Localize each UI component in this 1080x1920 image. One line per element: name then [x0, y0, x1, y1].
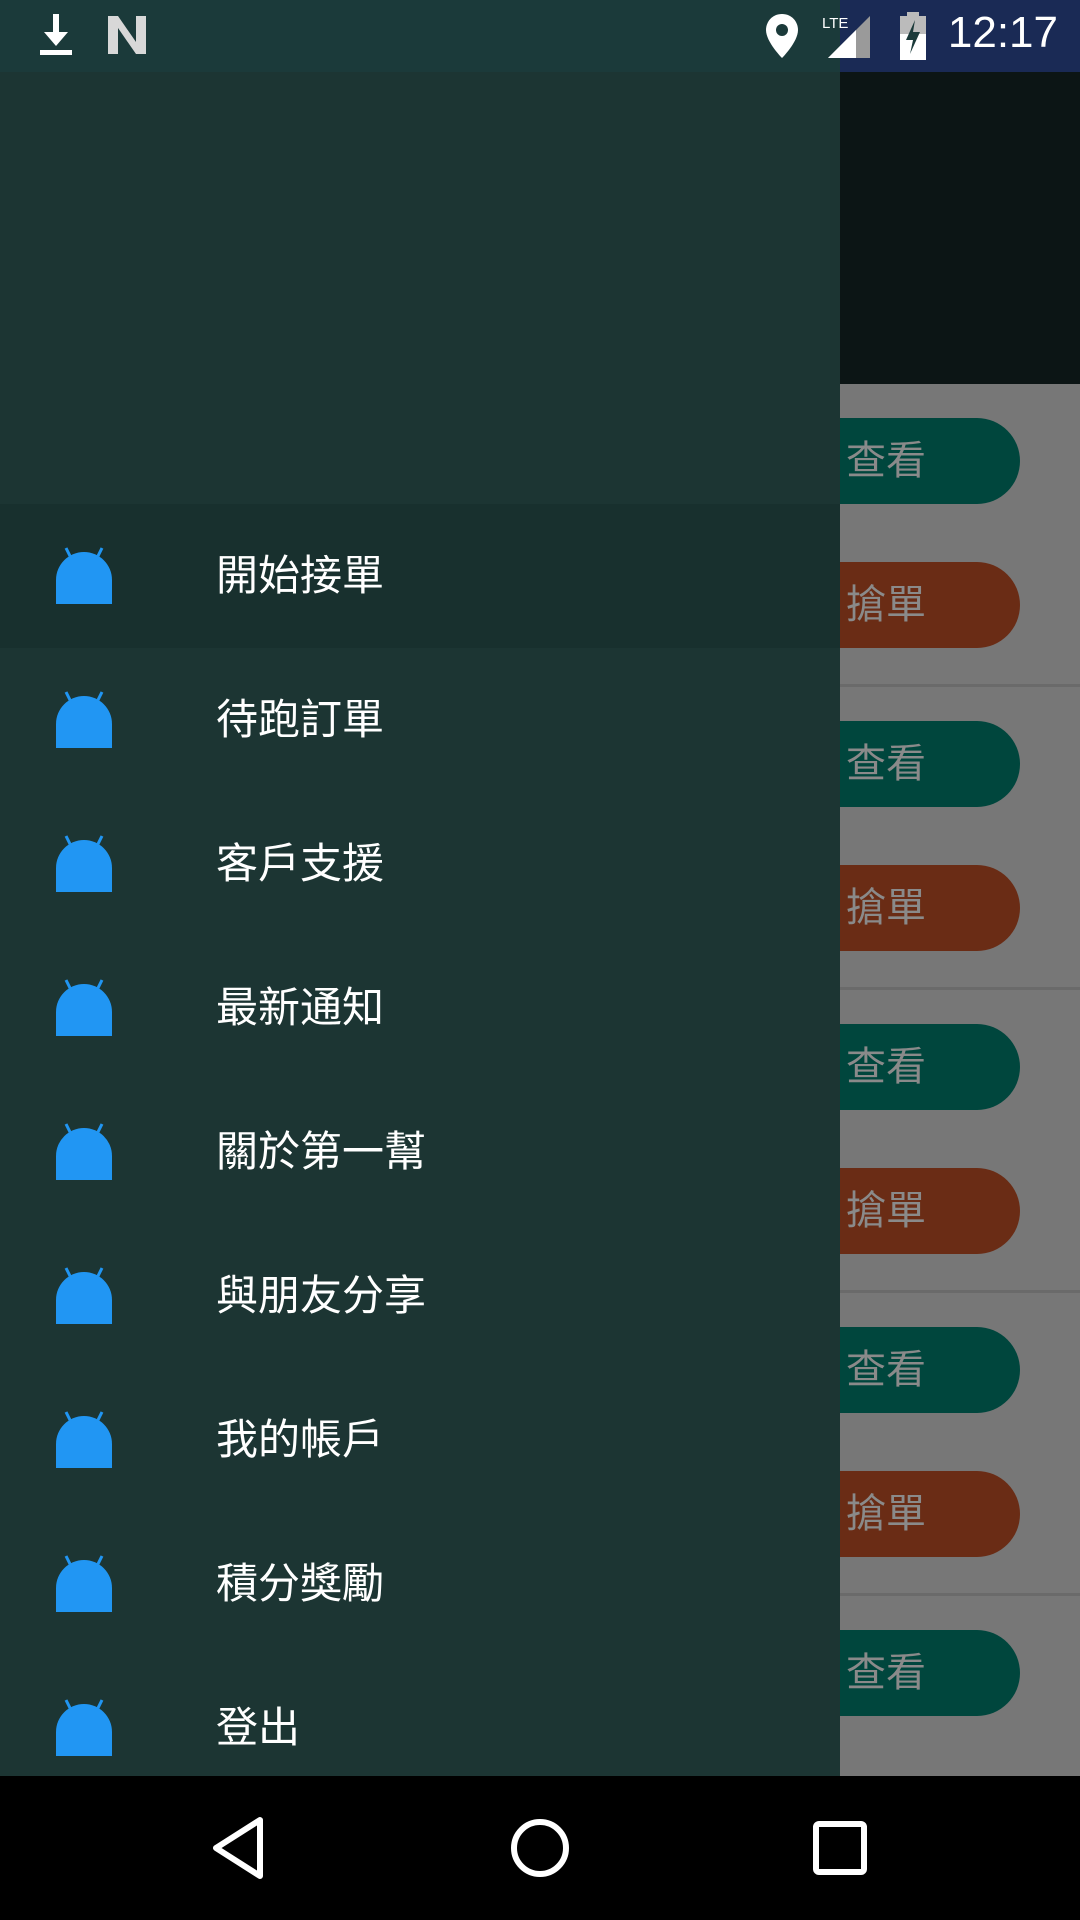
menu-item-label: 開始接單 — [216, 551, 385, 600]
menu-item-label: 待跑訂單 — [216, 695, 385, 744]
menu-item-start-orders[interactable]: 開始接單 — [0, 504, 840, 648]
menu-item-pending-orders[interactable]: 待跑訂單 — [0, 648, 840, 792]
back-icon[interactable] — [204, 1812, 276, 1884]
download-icon — [40, 14, 72, 55]
battery-charging-icon — [900, 12, 926, 60]
menu-item-customer-support[interactable]: 客戶支援 — [0, 792, 840, 936]
menu-item-about[interactable]: 關於第一幫 — [0, 1080, 840, 1224]
android-icon — [56, 1123, 112, 1180]
android-icon — [56, 979, 112, 1036]
android-icon — [56, 1411, 112, 1468]
menu-item-share[interactable]: 與朋友分享 — [0, 1224, 840, 1368]
menu-item-label: 最新通知 — [216, 983, 385, 1032]
menu-item-label: 積分獎勵 — [216, 1559, 385, 1608]
menu-item-label: 與朋友分享 — [216, 1271, 427, 1320]
android-icon — [56, 547, 112, 604]
svg-text:LTE: LTE — [822, 15, 848, 32]
android-icon — [56, 691, 112, 748]
android-icon — [56, 835, 112, 892]
navigation-bar — [0, 1776, 1080, 1920]
menu-item-label: 客戶支援 — [216, 839, 385, 888]
android-icon — [56, 1267, 112, 1324]
status-time: 12:17 — [947, 8, 1058, 57]
menu-item-my-account[interactable]: 我的帳戶 — [0, 1368, 840, 1512]
drawer-header — [0, 72, 840, 504]
menu-item-rewards[interactable]: 積分獎勵 — [0, 1512, 840, 1656]
menu-item-latest-notifications[interactable]: 最新通知 — [0, 936, 840, 1080]
menu-item-label: 我的帳戶 — [216, 1415, 385, 1464]
n-logo-icon — [108, 16, 146, 54]
android-icon — [56, 1699, 112, 1756]
status-bar: LTE 12:17 — [0, 0, 1080, 72]
android-icon — [56, 1555, 112, 1612]
navigation-drawer: 開始接單 待跑訂單 客戶支援 最新通知 關於第一幫 與朋友分享 我的帳戶 積分獎… — [0, 72, 840, 1776]
recents-icon[interactable] — [804, 1812, 876, 1884]
lte-signal-icon: LTE — [822, 15, 870, 58]
location-icon — [766, 14, 798, 58]
menu-item-label: 關於第一幫 — [216, 1127, 427, 1176]
home-icon[interactable] — [504, 1812, 576, 1884]
